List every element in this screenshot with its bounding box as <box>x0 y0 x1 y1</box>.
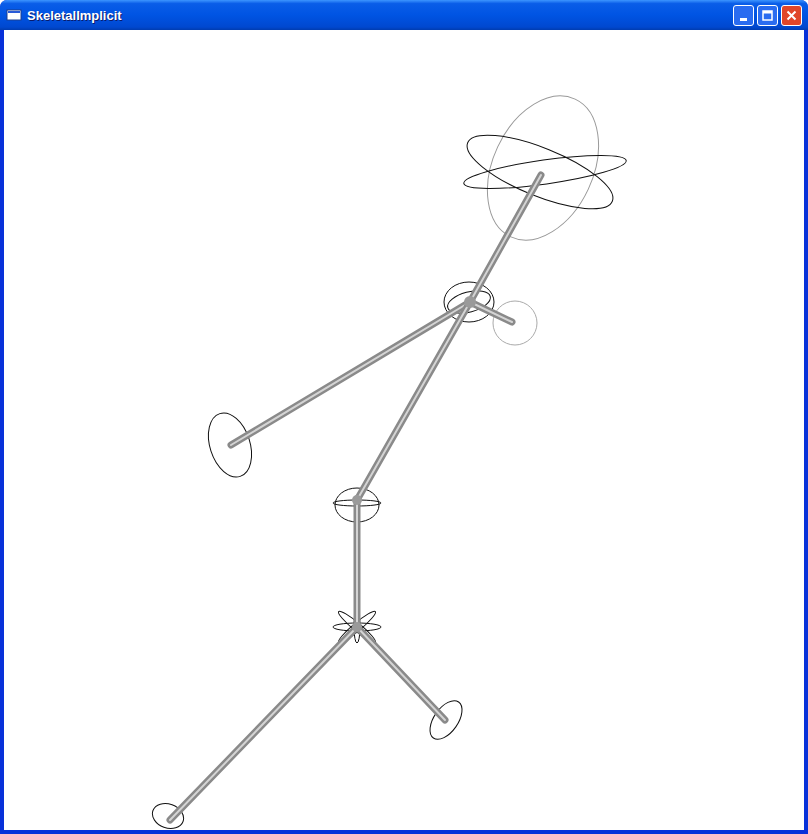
skeleton-drawing <box>4 30 804 830</box>
bone <box>357 302 470 500</box>
bone <box>470 302 512 322</box>
app-icon <box>6 7 22 23</box>
joint-ellipse <box>333 623 381 631</box>
joint-ellipse <box>466 78 621 258</box>
window-title: SkeletalImplicit <box>27 9 122 22</box>
minimize-icon <box>740 18 748 21</box>
bone <box>231 302 470 445</box>
close-button[interactable] <box>781 5 802 26</box>
bone <box>357 627 445 720</box>
minimize-button[interactable] <box>733 5 754 26</box>
bone <box>357 500 358 627</box>
joint-ellipse <box>462 149 628 196</box>
canvas[interactable] <box>4 30 804 830</box>
joint <box>464 296 476 308</box>
joint <box>352 495 362 505</box>
maximize-icon <box>762 10 773 21</box>
close-icon <box>786 10 797 21</box>
maximize-button[interactable] <box>757 5 778 26</box>
bone <box>170 627 357 820</box>
window: SkeletalImplicit <box>0 0 808 834</box>
title-bar[interactable]: SkeletalImplicit <box>0 0 808 30</box>
bone <box>470 175 541 302</box>
joint <box>352 622 362 632</box>
